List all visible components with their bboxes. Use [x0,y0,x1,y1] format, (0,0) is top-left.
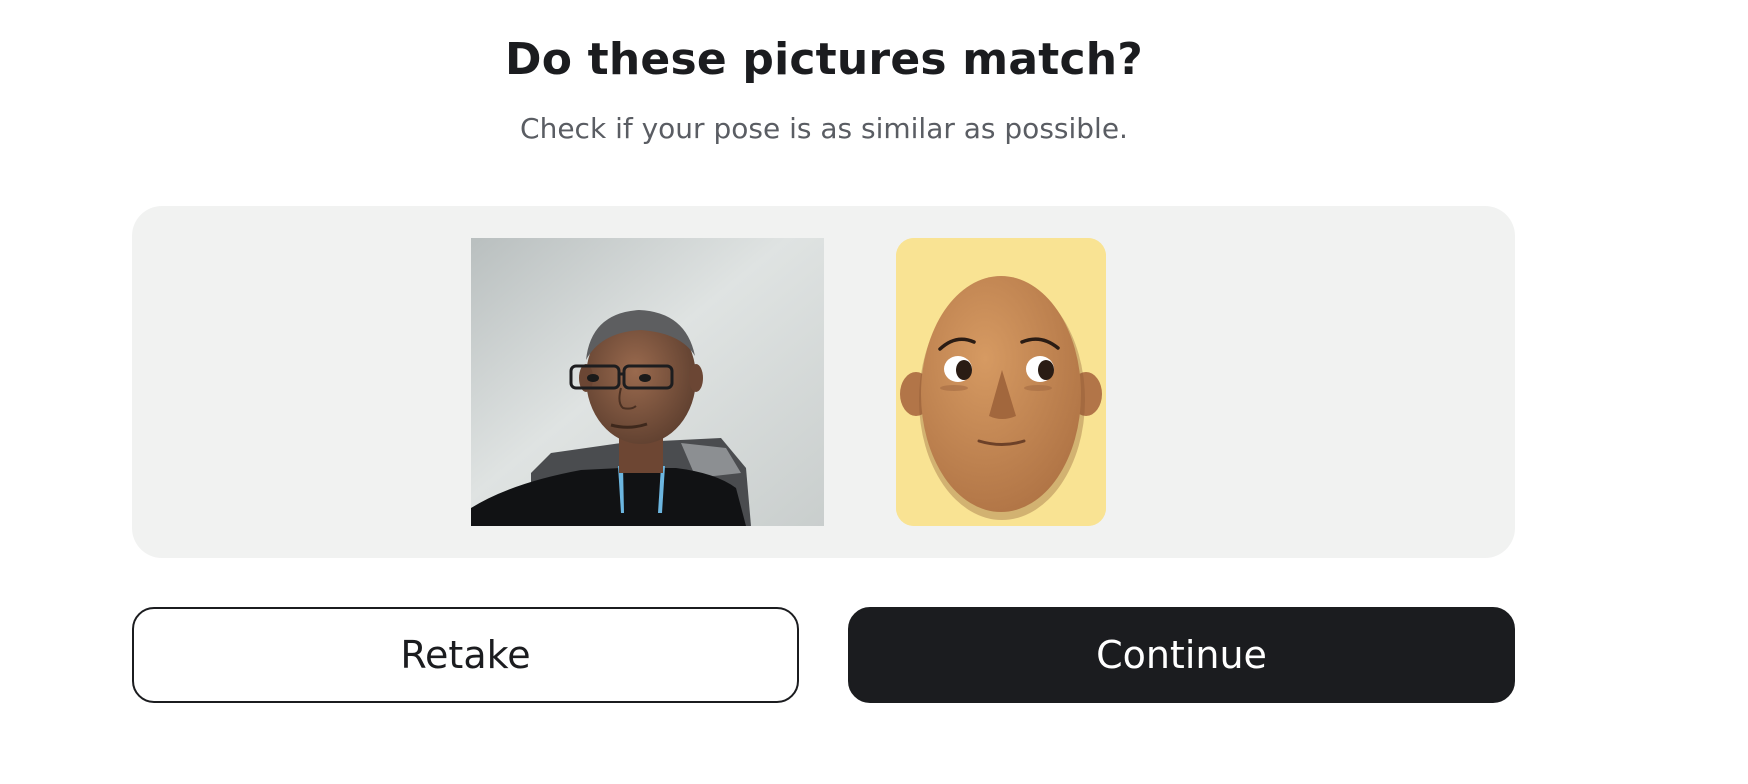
pose-reference-avatar [896,238,1106,526]
page-title: Do these pictures match? [505,34,1143,85]
avatar-face-icon [896,238,1106,526]
continue-button[interactable]: Continue [848,607,1515,703]
comparison-panel [132,206,1515,558]
page-subtitle: Check if your pose is as similar as poss… [520,112,1128,145]
captured-selfie-photo [471,238,824,526]
retake-button[interactable]: Retake [132,607,799,703]
selfie-illustration [471,238,824,526]
pose-match-screen: Do these pictures match? Check if your p… [0,0,1748,784]
